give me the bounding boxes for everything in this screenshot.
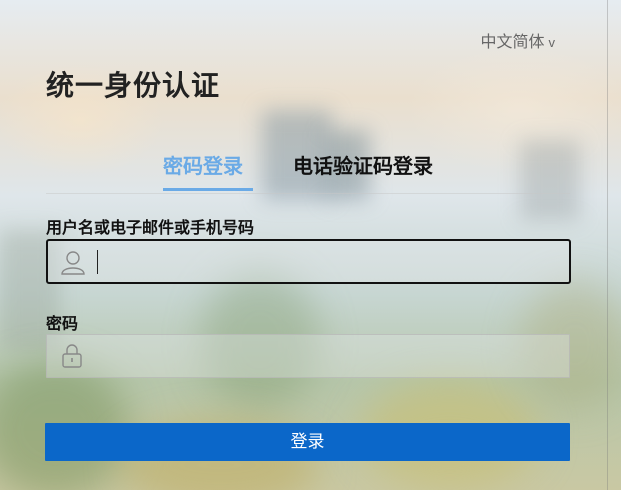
username-input[interactable]	[102, 241, 566, 284]
active-tab-indicator	[163, 188, 253, 191]
text-cursor	[97, 250, 98, 274]
tab-password-login[interactable]: 密码登录	[163, 150, 243, 179]
tab-phone-code-login[interactable]: 电话验证码登录	[293, 150, 433, 179]
language-selector[interactable]: 中文简体 v	[480, 28, 555, 52]
login-panel: 中文简体 v 统一身份认证 密码登录 电话验证码登录 用户名或电子邮件或手机号码 …	[0, 0, 608, 490]
chevron-down-icon: v	[548, 35, 556, 50]
username-label: 用户名或电子邮件或手机号码	[46, 220, 255, 237]
login-button[interactable]: 登录	[45, 423, 570, 461]
language-label: 中文简体	[480, 34, 545, 51]
user-icon	[61, 251, 85, 275]
password-field[interactable]	[46, 334, 570, 379]
lock-icon	[62, 344, 82, 368]
password-label: 密码	[46, 316, 79, 333]
page-title: 统一身份认证	[46, 70, 221, 101]
username-field[interactable]	[46, 239, 571, 284]
tabs-divider	[46, 193, 570, 194]
password-input[interactable]	[101, 335, 565, 379]
